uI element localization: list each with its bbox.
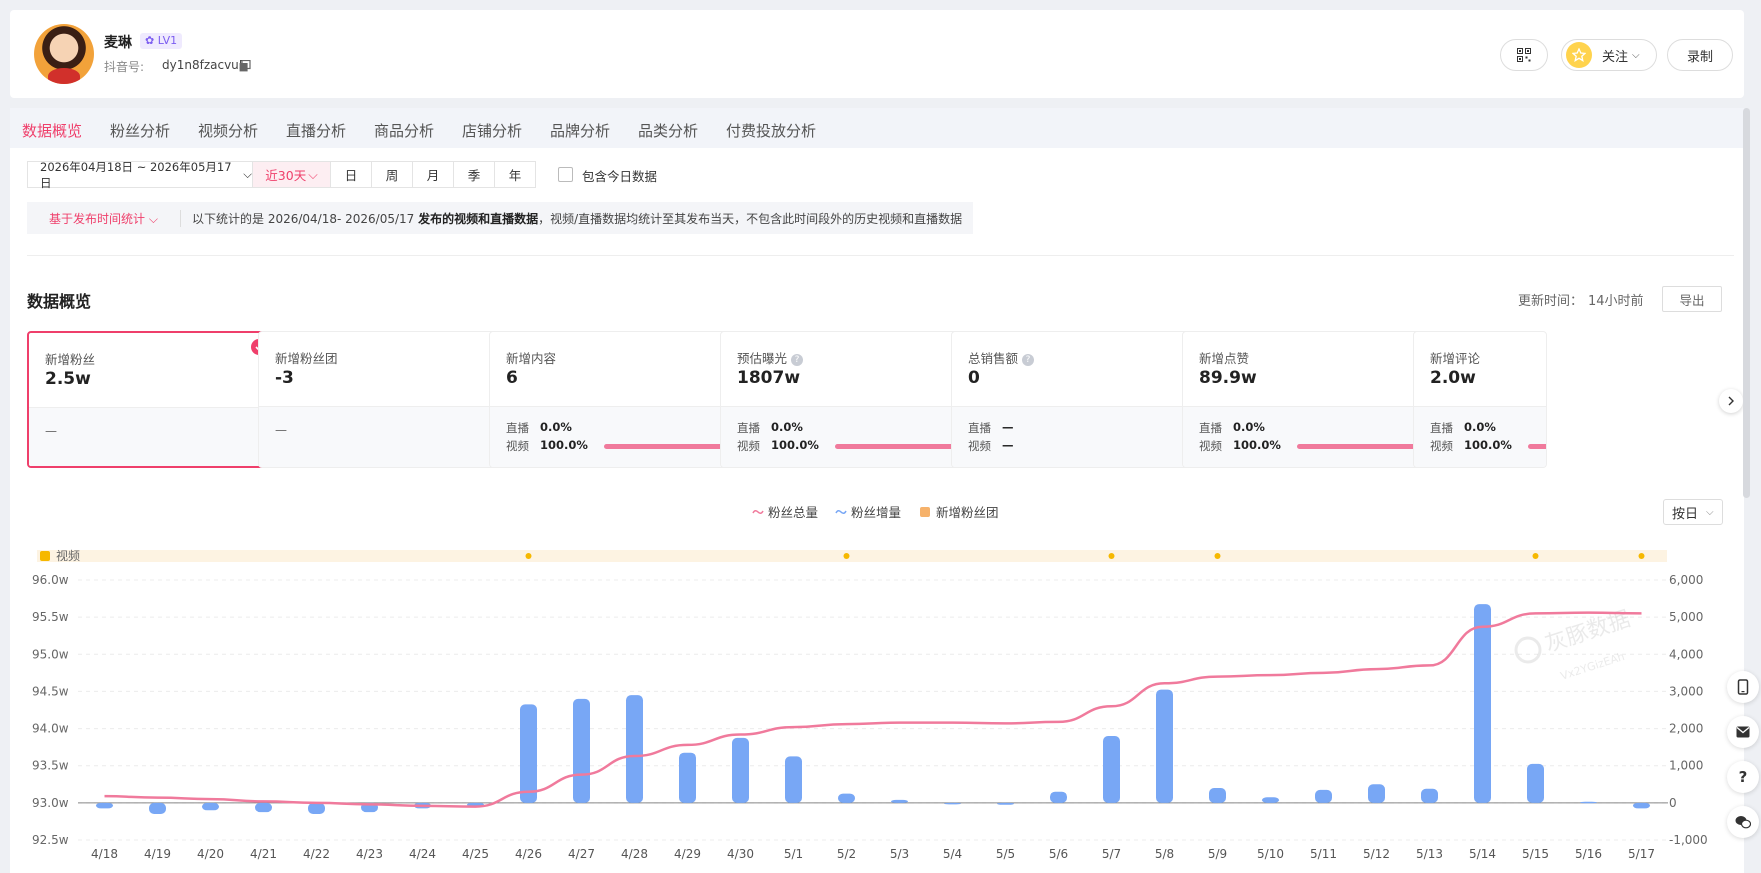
bar-4/29 [679, 752, 696, 803]
mail-icon[interactable] [1727, 716, 1759, 748]
fans-chart: 视频 92.5w 93.0w 93.5w 94.0w 94.5w 95.0w 95.5w 96… [32, 548, 1708, 861]
left-axis: 92.5w 93.0w 93.5w 94.0w 94.5w 95.0w 95.5w 96.0w [32, 573, 69, 847]
x-tick-label: 5/12 [1363, 847, 1390, 861]
x-tick-label: 5/10 [1257, 847, 1284, 861]
right-tick-label: 1,000 [1669, 759, 1703, 773]
x-tick-label: 4/29 [674, 847, 701, 861]
bar-5/6 [1050, 791, 1067, 803]
left-tick-label: 93.5w [32, 759, 69, 773]
left-tick-label: 94.5w [32, 684, 69, 698]
right-axis: -1,000 0 1,000 2,000 3,000 4,000 5,000 6,000 [1669, 573, 1708, 847]
left-tick-label: 94.0w [32, 722, 69, 736]
left-tick-label: 96.0w [32, 573, 69, 587]
x-tick-label: 4/18 [91, 847, 118, 861]
watermark-logo [1514, 636, 1542, 664]
x-tick-label: 5/13 [1416, 847, 1443, 861]
right-tick-label: 3,000 [1669, 684, 1703, 698]
watermark-sub: Vx2YGizEAh [1559, 650, 1626, 683]
x-tick-label: 4/22 [303, 847, 330, 861]
bar-5/15 [1527, 763, 1544, 803]
bar-5/7 [1103, 736, 1120, 803]
line-series [104, 611, 1642, 808]
x-tick-label: 4/25 [462, 847, 489, 861]
video-track-icon [40, 551, 50, 561]
bar-5/2 [838, 793, 855, 803]
video-dot-5/7 [1108, 553, 1115, 559]
x-tick-label: 5/15 [1522, 847, 1549, 861]
x-tick-label: 5/7 [1102, 847, 1121, 861]
bar-5/8 [1156, 689, 1173, 803]
x-tick-label: 4/30 [727, 847, 754, 861]
bar-5/3 [891, 799, 908, 803]
scrollbar[interactable] [1743, 108, 1750, 498]
right-tick-label: 6,000 [1669, 573, 1703, 587]
x-tick-label: 5/14 [1469, 847, 1496, 861]
x-tick-label: 4/21 [250, 847, 277, 861]
left-tick-label: 92.5w [32, 833, 69, 847]
mobile-icon[interactable] [1727, 671, 1759, 703]
bar-4/22 [308, 802, 325, 814]
bar-4/30 [732, 737, 749, 803]
right-tick-label: 5,000 [1669, 610, 1703, 624]
bar-5/9 [1209, 788, 1226, 803]
bar-4/26 [520, 704, 537, 803]
bar-5/17 [1633, 802, 1650, 809]
x-tick-label: 5/3 [890, 847, 909, 861]
bar-5/13 [1421, 788, 1438, 803]
left-tick-label: 93.0w [32, 796, 69, 810]
video-dot-4/26 [525, 553, 532, 559]
video-track: 视频 [37, 548, 1667, 563]
bar-5/5 [997, 802, 1014, 805]
bar-4/28 [626, 695, 643, 803]
total-fans-line [104, 611, 1642, 808]
x-tick-label: 4/24 [409, 847, 436, 861]
x-tick-label: 5/6 [1049, 847, 1068, 861]
x-tick-label: 5/17 [1628, 847, 1655, 861]
x-tick-label: 5/8 [1155, 847, 1174, 861]
right-tick-label: 4,000 [1669, 647, 1703, 661]
x-axis: 4/18 4/19 4/20 4/21 4/22 4/23 4/24 4/25 4/26 4/27… [91, 847, 1655, 861]
video-dot-5/17 [1638, 553, 1645, 559]
x-tick-label: 5/5 [996, 847, 1015, 861]
right-tick-label: -1,000 [1669, 833, 1708, 847]
help-icon[interactable]: ? [1727, 761, 1759, 793]
bar-4/21 [255, 802, 272, 813]
x-tick-label: 4/26 [515, 847, 542, 861]
bar-5/14 [1474, 604, 1491, 803]
bar-5/16 [1580, 801, 1597, 804]
bar-4/20 [202, 802, 219, 811]
left-tick-label: 95.0w [32, 647, 69, 661]
video-dot-5/2 [843, 553, 850, 559]
bar-series [96, 604, 1650, 814]
video-track-label: 视频 [56, 548, 80, 563]
x-tick-label: 4/23 [356, 847, 383, 861]
x-tick-label: 5/2 [837, 847, 856, 861]
x-tick-label: 4/20 [197, 847, 224, 861]
bar-5/11 [1315, 789, 1332, 803]
x-tick-label: 5/9 [1208, 847, 1227, 861]
right-tick-label: 0 [1669, 796, 1677, 810]
bar-4/27 [573, 698, 590, 803]
bar-4/18 [96, 802, 113, 809]
left-tick-label: 95.5w [32, 610, 69, 624]
bar-5/4 [944, 802, 961, 805]
x-tick-label: 4/28 [621, 847, 648, 861]
video-dot-5/9 [1214, 553, 1221, 559]
right-tick-label: 2,000 [1669, 722, 1703, 736]
bar-5/12 [1368, 784, 1385, 803]
video-dot-5/15 [1532, 553, 1539, 559]
x-tick-label: 5/1 [784, 847, 803, 861]
video-track-band [37, 550, 1667, 562]
x-tick-label: 5/16 [1575, 847, 1602, 861]
bar-5/10 [1262, 797, 1279, 803]
bar-5/1 [785, 756, 802, 803]
x-tick-label: 4/19 [144, 847, 171, 861]
wechat-icon[interactable] [1727, 806, 1759, 838]
watermark: 灰豚数据 Vx2YGizEAh [1514, 607, 1634, 683]
x-tick-label: 5/11 [1310, 847, 1337, 861]
x-tick-label: 5/4 [943, 847, 962, 861]
bar-4/19 [149, 802, 166, 814]
x-tick-label: 4/27 [568, 847, 595, 861]
